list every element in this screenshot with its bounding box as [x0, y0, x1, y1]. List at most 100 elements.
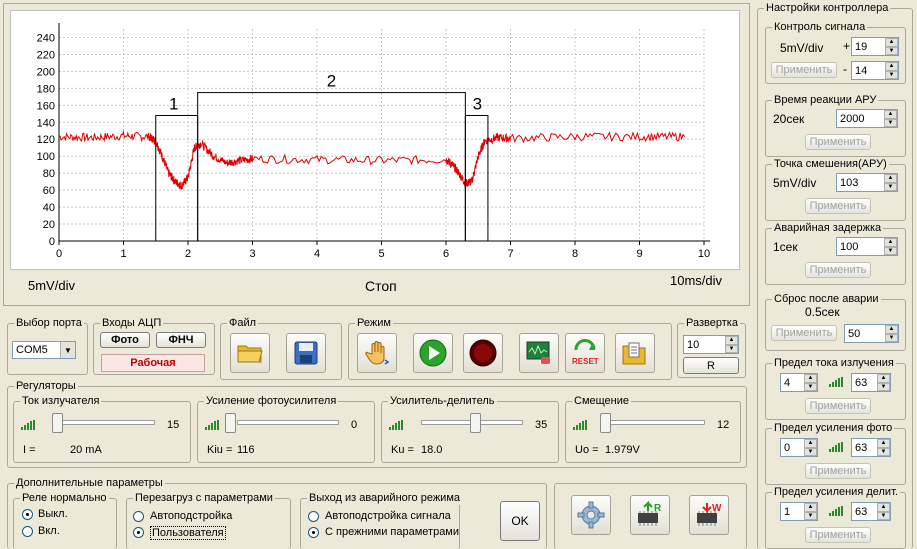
- start-button[interactable]: [413, 333, 453, 373]
- foto-button[interactable]: Фото: [100, 332, 150, 348]
- relay-off-radio[interactable]: [22, 509, 33, 520]
- stepper-up-icon[interactable]: ▲: [885, 38, 898, 47]
- x-tick-label: 2: [185, 248, 191, 260]
- relay-off-label: Выкл.: [38, 508, 68, 520]
- adc-status: Рабочая: [101, 354, 205, 372]
- stepper-down-icon[interactable]: ▼: [804, 511, 817, 520]
- regulator-info-value: 116: [237, 444, 255, 456]
- reload-user-radio[interactable]: [133, 527, 144, 538]
- stepper-up-icon[interactable]: ▲: [884, 110, 897, 119]
- reload-auto-label: Автоподстройка: [150, 510, 233, 522]
- emit_limit-min-stepper[interactable]: 4 ▲ ▼: [780, 373, 818, 392]
- chart-status: Стоп: [365, 278, 397, 294]
- stop-button[interactable]: [463, 333, 503, 373]
- reload-auto-radio[interactable]: [133, 511, 144, 522]
- stepper-down-icon[interactable]: ▼: [884, 246, 897, 255]
- signal-strength-icon: [573, 420, 589, 430]
- stepper-down-icon[interactable]: ▼: [884, 118, 897, 127]
- relay-on-radio[interactable]: [22, 526, 33, 537]
- stepper-down-icon[interactable]: ▼: [884, 182, 897, 191]
- region-box: [155, 114, 199, 242]
- stepper-down-icon[interactable]: ▼: [877, 447, 890, 456]
- svg-text:RESET: RESET: [572, 357, 599, 366]
- signal-top-stepper[interactable]: 19 ▲ ▼: [851, 37, 899, 56]
- manual-mode-button[interactable]: [357, 333, 397, 373]
- agc_time-stepper[interactable]: 2000 ▲ ▼: [836, 109, 898, 128]
- svg-text:W: W: [712, 503, 722, 514]
- fnch-button[interactable]: ФНЧ: [156, 332, 206, 348]
- regulator-slider-track[interactable]: [605, 420, 705, 425]
- stepper-up-icon[interactable]: ▲: [804, 503, 817, 512]
- signal-strength-icon: [205, 420, 221, 430]
- sweep-reset-button[interactable]: R: [683, 357, 739, 374]
- stepper-up-icon[interactable]: ▲: [885, 62, 898, 71]
- signal-bottom-stepper[interactable]: 14 ▲ ▼: [851, 61, 899, 80]
- agc_offset-apply-button[interactable]: Применить: [805, 198, 871, 214]
- regulator-info-label: I =: [23, 444, 36, 456]
- stepper-down-icon[interactable]: ▼: [885, 333, 898, 342]
- stepper-down-icon[interactable]: ▼: [725, 344, 738, 353]
- stepper-down-icon[interactable]: ▼: [877, 511, 890, 520]
- alarm_delay-stepper[interactable]: 100 ▲ ▼: [836, 237, 898, 256]
- alarm_delay-apply-button[interactable]: Применить: [805, 262, 871, 278]
- alarm_reset-stepper[interactable]: 50 ▲ ▼: [844, 324, 899, 343]
- y-tick-label: 40: [43, 202, 55, 214]
- exit-auto-radio[interactable]: [308, 511, 319, 522]
- photo_limit-apply-button[interactable]: Применить: [805, 463, 871, 479]
- div_limit-apply-button[interactable]: Применить: [805, 527, 871, 543]
- ok-button[interactable]: OK: [500, 501, 540, 541]
- stepper-up-icon[interactable]: ▲: [877, 374, 890, 383]
- folder-doc-icon: [622, 342, 646, 365]
- stepper-up-icon[interactable]: ▲: [877, 503, 890, 512]
- agc_time-apply-button[interactable]: Применить: [805, 134, 871, 150]
- sweep-stepper[interactable]: 10 ▲ ▼: [683, 335, 739, 354]
- open-file-button[interactable]: [230, 333, 270, 373]
- stepper-up-icon[interactable]: ▲: [884, 238, 897, 247]
- regulator-slider-thumb[interactable]: [52, 413, 63, 433]
- stepper-up-icon[interactable]: ▲: [884, 174, 897, 183]
- stepper-up-icon[interactable]: ▲: [877, 439, 890, 448]
- folder-icon: [237, 345, 263, 363]
- div_limit-min-stepper[interactable]: 1 ▲ ▼: [780, 502, 818, 521]
- signal-strength-icon: [829, 506, 845, 516]
- y-tick-label: 180: [37, 83, 55, 95]
- agc_offset-stepper[interactable]: 103 ▲ ▼: [836, 173, 898, 192]
- div_limit-max-stepper[interactable]: 63 ▲ ▼: [851, 502, 891, 521]
- read-chip-button[interactable]: R: [630, 495, 670, 535]
- regulator-slider-track[interactable]: [53, 420, 155, 425]
- exit-keep-radio[interactable]: [308, 527, 319, 538]
- stepper-up-icon[interactable]: ▲: [725, 336, 738, 345]
- photo_limit-min-stepper[interactable]: 0 ▲ ▼: [780, 438, 818, 457]
- reload-user-label: Пользователя: [150, 526, 226, 540]
- regulator-slider-thumb[interactable]: [470, 413, 481, 433]
- regulator-value: 12: [717, 419, 730, 431]
- y-tick-label: 240: [37, 32, 55, 44]
- region-label: 1: [169, 94, 178, 113]
- stepper-up-icon[interactable]: ▲: [885, 325, 898, 334]
- stepper-down-icon[interactable]: ▼: [804, 382, 817, 391]
- stepper-down-icon[interactable]: ▼: [804, 447, 817, 456]
- emit_limit-max-stepper[interactable]: 63 ▲ ▼: [851, 373, 891, 392]
- x-tick-label: 3: [249, 248, 255, 260]
- monitor-button[interactable]: [519, 333, 559, 373]
- signal-apply-button[interactable]: Применить: [771, 62, 837, 78]
- stepper-up-icon[interactable]: ▲: [804, 374, 817, 383]
- write-chip-button[interactable]: W: [689, 495, 729, 535]
- chevron-down-icon[interactable]: ▼: [60, 342, 75, 358]
- port-select[interactable]: COM5 ▼: [12, 341, 76, 359]
- alarm_reset-apply-button[interactable]: Применить: [771, 325, 837, 341]
- stepper-up-icon[interactable]: ▲: [804, 439, 817, 448]
- regulator-slider-track[interactable]: [237, 420, 339, 425]
- stepper-down-icon[interactable]: ▼: [877, 382, 890, 391]
- settings-button[interactable]: [571, 495, 611, 535]
- reset-button[interactable]: RESET: [565, 333, 605, 373]
- regulator-slider-thumb[interactable]: [600, 413, 611, 433]
- photo_limit-max-stepper[interactable]: 63 ▲ ▼: [851, 438, 891, 457]
- folder-settings-button[interactable]: [615, 333, 655, 373]
- regulator-slider-thumb[interactable]: [225, 413, 236, 433]
- save-file-button[interactable]: [286, 333, 326, 373]
- regulator-info-label: Uo =: [575, 444, 599, 456]
- emit_limit-apply-button[interactable]: Применить: [805, 398, 871, 414]
- stepper-down-icon[interactable]: ▼: [885, 70, 898, 79]
- stepper-down-icon[interactable]: ▼: [885, 46, 898, 55]
